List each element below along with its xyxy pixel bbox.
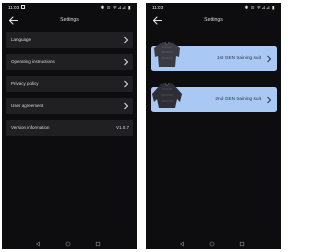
nav-recent-icon[interactable] — [239, 241, 245, 247]
suit-label: 2nd GEN training suit — [215, 97, 261, 102]
system-nav-bar — [146, 239, 281, 249]
chevron-right-icon — [267, 96, 272, 103]
menu-item-label: Operating instructions — [11, 59, 55, 64]
menu-item-label: Language — [11, 37, 32, 42]
notification-icon — [21, 5, 25, 9]
chevron-right-icon — [124, 80, 129, 88]
nav-home-icon[interactable] — [65, 241, 71, 247]
chevron-right-icon — [124, 58, 129, 66]
menu-item-operating-instructions[interactable]: Operating instructions — [6, 54, 133, 70]
status-bar: 11:03 ✱ ⊙ ᯤ⊿⊿ ▮ — [146, 3, 281, 12]
suit-label: 1st GEN training suit — [217, 56, 261, 61]
menu-item-label: Privacy policy — [11, 81, 39, 86]
suit-card-1st-gen[interactable]: 1st GEN training suit — [151, 41, 277, 71]
suit-card-2nd-gen[interactable]: 2nd GEN training suit — [151, 82, 277, 112]
training-suit-image — [154, 41, 180, 67]
menu-item-privacy-policy[interactable]: Privacy policy — [6, 76, 133, 92]
menu-item-label: Version information — [11, 125, 50, 130]
chevron-right-icon — [267, 55, 272, 62]
chevron-right-icon — [124, 102, 129, 110]
top-bar: Settings — [2, 14, 137, 27]
status-icons: ✱ ⊙ ᯤ⊿⊿ ▮ — [100, 5, 131, 10]
system-nav-bar — [2, 239, 137, 249]
suit-selection-screen: 11:03 ✱ ⊙ ᯤ⊿⊿ ▮ Settings 1st GEN trainin… — [146, 3, 281, 249]
top-bar: Settings — [146, 14, 281, 27]
nav-back-icon[interactable] — [179, 241, 185, 247]
page-title: Settings — [204, 17, 223, 23]
menu-item-label: User agreement — [11, 103, 44, 108]
nav-recent-icon[interactable] — [95, 241, 101, 247]
status-time: 11:03 — [8, 5, 20, 10]
menu-item-language[interactable]: Language — [6, 32, 133, 48]
status-bar: 11:03 ✱ ⊙ ᯤ⊿⊿ ▮ — [2, 3, 137, 12]
nav-back-icon[interactable] — [35, 241, 41, 247]
version-value: V1.0.7 — [115, 125, 129, 130]
menu-item-user-agreement[interactable]: User agreement — [6, 98, 133, 114]
chevron-right-icon — [124, 36, 129, 44]
page-title: Settings — [60, 17, 79, 23]
training-suit-image — [152, 82, 182, 108]
nav-home-icon[interactable] — [209, 241, 215, 247]
settings-menu: Language Operating instructions Privacy … — [6, 32, 133, 142]
status-icons: ✱ ⊙ ᯤ⊿⊿ ▮ — [244, 5, 275, 10]
status-time: 11:03 — [152, 5, 164, 10]
settings-screen: 11:03 ✱ ⊙ ᯤ⊿⊿ ▮ Settings Language Operat… — [2, 3, 137, 249]
menu-item-version-information: Version information V1.0.7 — [6, 120, 133, 136]
